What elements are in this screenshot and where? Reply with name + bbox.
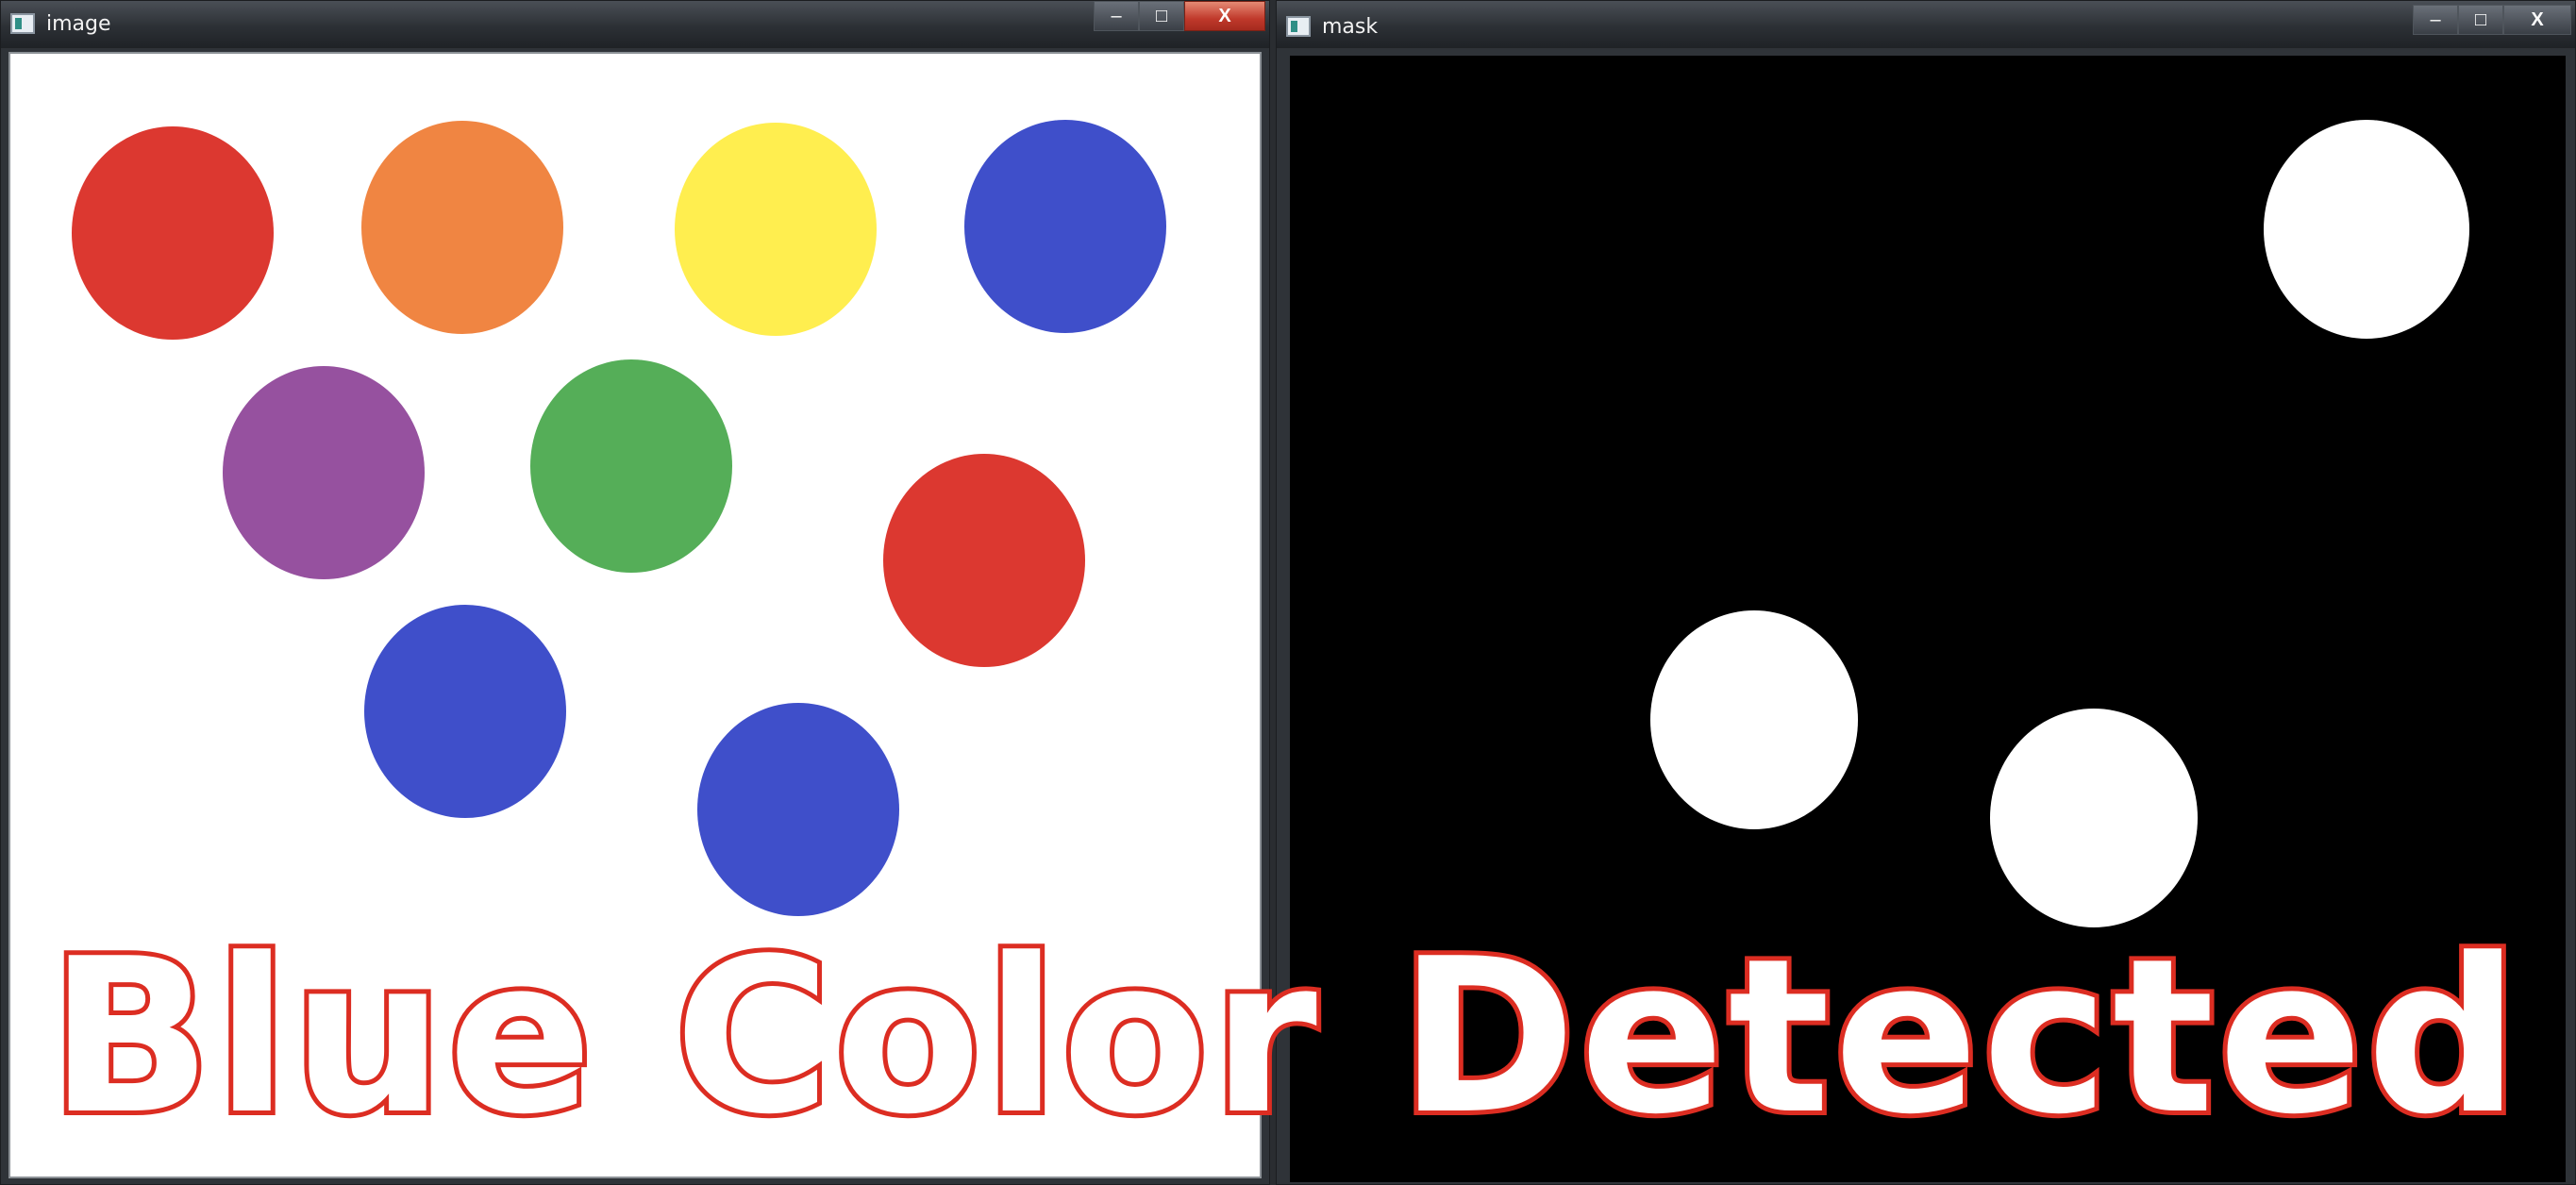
minimize-button[interactable]: – (1094, 1, 1139, 31)
white-mask-blob (1650, 610, 1858, 829)
orange-circle (361, 121, 563, 334)
purple-circle (223, 366, 425, 579)
app-icon (10, 13, 35, 34)
red-circle (883, 454, 1085, 667)
window-title: image (46, 12, 111, 36)
maximize-button[interactable]: □ (1139, 1, 1184, 31)
white-mask-blob (1990, 709, 2198, 927)
caption-buttons: – □ X (1094, 1, 1265, 33)
maximize-button[interactable]: □ (2458, 5, 2503, 35)
blue-circle (964, 120, 1166, 333)
image-window-titlebar[interactable]: image – □ X (1, 1, 1269, 48)
white-mask-blob (2264, 120, 2469, 339)
red-circle (72, 126, 274, 340)
close-button[interactable]: X (1184, 1, 1265, 31)
overlay-caption: Blue Color Detected (44, 913, 2524, 1161)
yellow-circle (675, 123, 877, 336)
minimize-button[interactable]: – (2413, 5, 2458, 35)
green-circle (530, 359, 732, 573)
close-button[interactable]: X (2503, 5, 2571, 35)
app-icon (1286, 16, 1311, 37)
mask-window-titlebar[interactable]: mask – □ X (1277, 1, 2575, 48)
blue-circle (697, 703, 899, 916)
window-title: mask (1322, 15, 1379, 39)
caption-buttons: – □ X (2413, 5, 2571, 37)
blue-circle (364, 605, 566, 818)
